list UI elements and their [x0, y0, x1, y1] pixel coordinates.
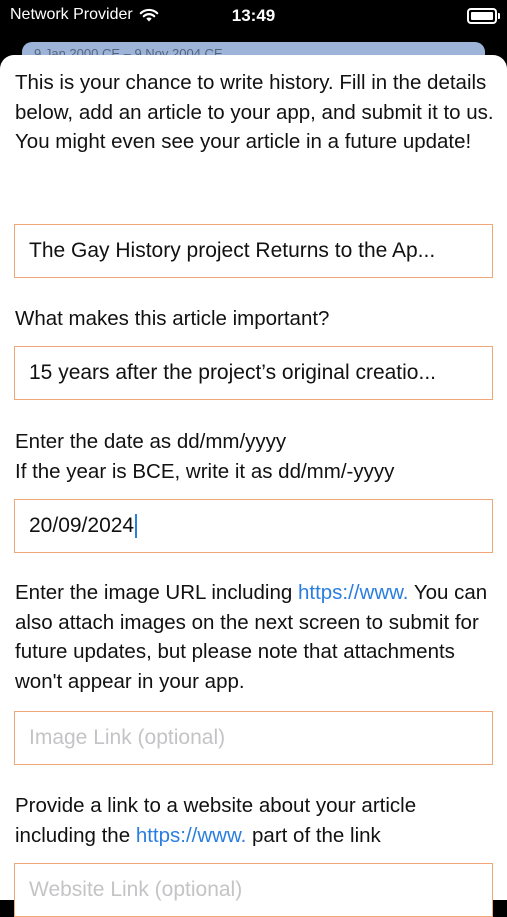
- date-label-line1: Enter the date as dd/mm/yyyy: [15, 430, 287, 453]
- website-link-field[interactable]: Website Link (optional): [14, 863, 493, 917]
- image-label: Enter the image URL including https://ww…: [15, 578, 495, 696]
- image-link-placeholder: Image Link (optional): [29, 726, 226, 749]
- date-label-line2: If the year is BCE, write it as dd/mm/-y…: [15, 459, 395, 483]
- date-label: Enter the date as dd/mm/yyyy If the year…: [15, 427, 495, 486]
- website-label: Provide a link to a website about your a…: [15, 791, 495, 850]
- status-time: 13:49: [231, 6, 276, 25]
- image-label-text: Enter the image URL including: [15, 581, 298, 604]
- importance-field[interactable]: 15 years after the project’s original cr…: [14, 346, 493, 400]
- date-field[interactable]: 20/09/2024: [14, 499, 493, 553]
- battery-icon: [467, 8, 500, 24]
- date-field-value: 20/09/2024: [29, 514, 135, 537]
- image-link-field[interactable]: Image Link (optional): [14, 711, 493, 765]
- website-url-link[interactable]: https://www.: [136, 824, 247, 847]
- image-url-link[interactable]: https://www.: [298, 581, 409, 604]
- intro-text: This is your chance to write history. Fi…: [15, 71, 494, 153]
- website-link-placeholder: Website Link (optional): [29, 878, 243, 901]
- status-bar: Network Provider 13:49: [0, 0, 507, 44]
- importance-field-value: 15 years after the project’s original cr…: [29, 361, 436, 384]
- title-field-value: The Gay History project Returns to the A…: [29, 239, 436, 262]
- website-label-text-2: part of the link: [246, 823, 381, 847]
- submit-article-sheet: This is your chance to write history. Fi…: [0, 55, 507, 917]
- importance-label: What makes this article important?: [15, 307, 330, 330]
- text-caret: [135, 514, 138, 538]
- title-field[interactable]: The Gay History project Returns to the A…: [14, 224, 493, 278]
